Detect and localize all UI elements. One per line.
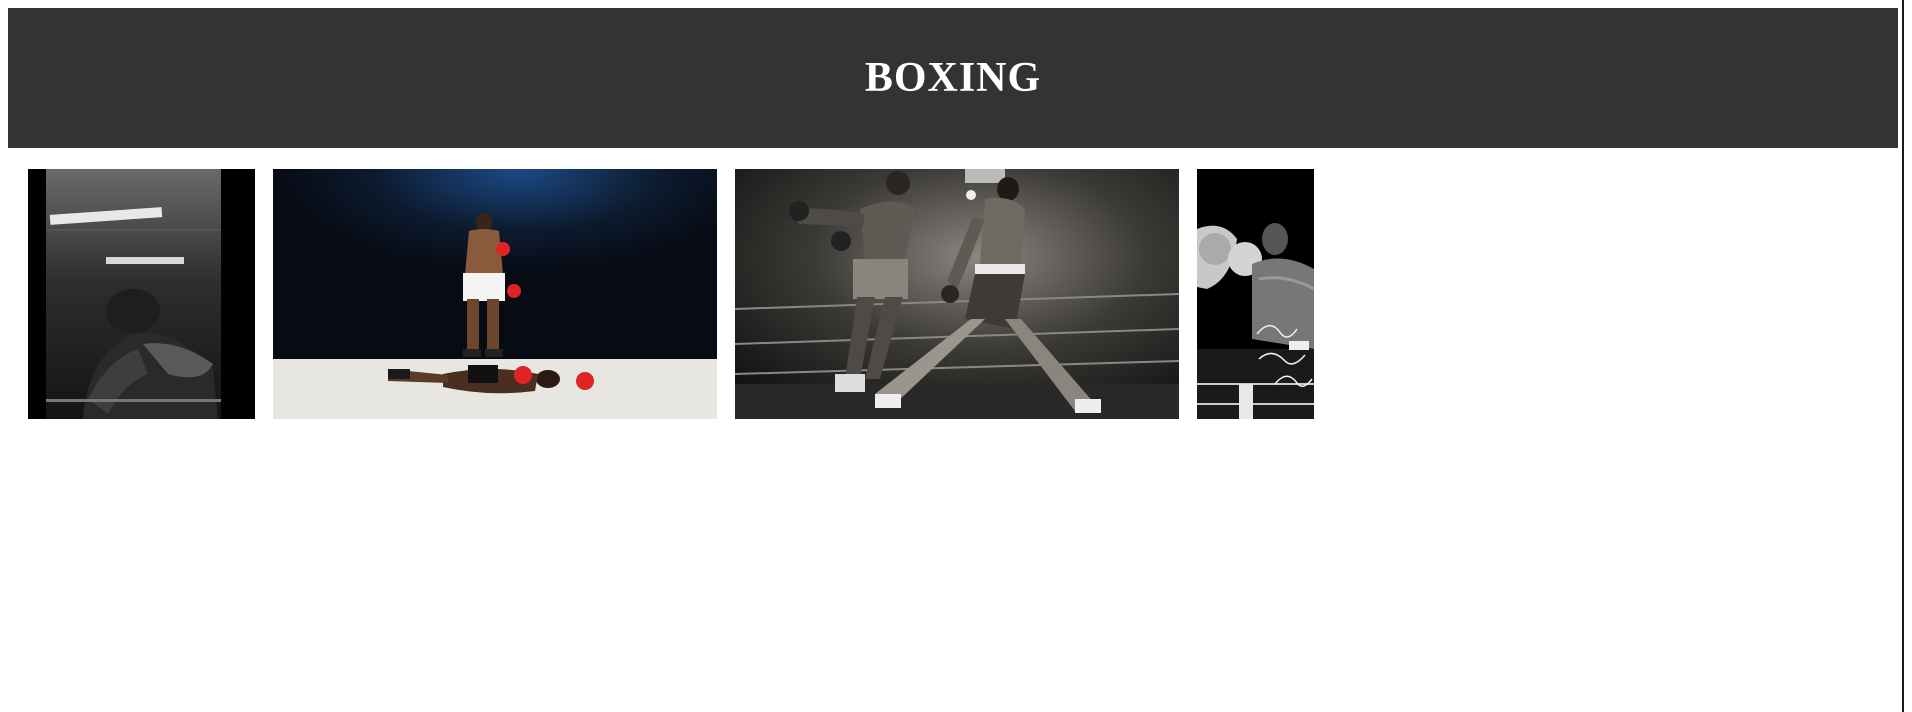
- tyson-signed-image: [1197, 169, 1314, 419]
- gallery-photo-2[interactable]: [273, 169, 717, 419]
- page-title: BOXING: [864, 55, 1042, 101]
- ali-frazier-fight-image: [735, 169, 1179, 419]
- gallery-photo-3[interactable]: [735, 169, 1179, 419]
- boxer-training-image: [28, 169, 255, 419]
- ali-over-liston-image: [273, 169, 717, 419]
- gallery-photo-4[interactable]: [1197, 169, 1314, 419]
- page-header: BOXING: [8, 8, 1898, 148]
- gallery-photo-1[interactable]: [28, 169, 255, 419]
- window-edge: [1902, 0, 1912, 712]
